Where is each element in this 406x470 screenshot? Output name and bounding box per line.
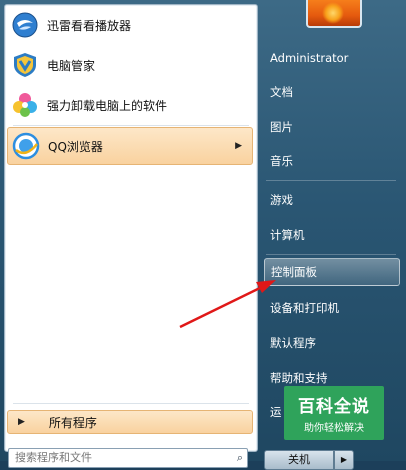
music-link[interactable]: 音乐 bbox=[264, 147, 400, 175]
all-programs-button[interactable]: ▶ 所有程序 bbox=[7, 410, 253, 434]
default-programs-label: 默认程序 bbox=[270, 336, 316, 350]
default-programs-link[interactable]: 默认程序 bbox=[264, 329, 400, 357]
shutdown-button[interactable]: 关机 bbox=[264, 450, 334, 470]
separator bbox=[13, 125, 249, 126]
run-label: 运 bbox=[270, 405, 282, 419]
user-avatar[interactable] bbox=[306, 0, 362, 28]
pictures-link[interactable]: 图片 bbox=[264, 113, 400, 141]
pc-manager-shield-icon bbox=[14, 53, 36, 77]
watermark-subtitle: 助你轻松解决 bbox=[304, 423, 364, 434]
all-programs-label: 所有程序 bbox=[48, 415, 97, 430]
shutdown-label: 关机 bbox=[288, 453, 310, 466]
documents-link[interactable]: 文档 bbox=[264, 78, 400, 106]
watermark-title: 百科全说 bbox=[298, 397, 370, 417]
user-name-label: Administrator bbox=[270, 51, 349, 65]
games-label: 游戏 bbox=[270, 193, 293, 207]
separator bbox=[13, 403, 249, 404]
watermark-logo: 百科全说 助你轻松解决 bbox=[284, 386, 384, 440]
control-panel-label: 控制面板 bbox=[271, 265, 317, 279]
chevron-right-icon: ▶ bbox=[18, 417, 25, 427]
separator bbox=[266, 254, 396, 255]
program-xunlei-player[interactable]: 迅雷看看播放器 bbox=[7, 7, 253, 43]
computer-label: 计算机 bbox=[270, 228, 305, 242]
documents-label: 文档 bbox=[270, 85, 293, 99]
search-icon: ⌕ bbox=[236, 451, 243, 464]
shutdown-options-button[interactable]: ▶ bbox=[334, 450, 354, 470]
help-support-label: 帮助和支持 bbox=[270, 371, 328, 385]
programs-pane: 迅雷看看播放器 电脑管家 强力卸载电脑上的软件 QQ浏览器 ▶ ▶ 所有程序 bbox=[4, 4, 258, 452]
flower-icon bbox=[322, 2, 344, 24]
program-label: 迅雷看看播放器 bbox=[47, 18, 132, 33]
search-placeholder: 搜索程序和文件 bbox=[15, 451, 92, 464]
devices-printers-label: 设备和打印机 bbox=[270, 301, 339, 315]
pictures-label: 图片 bbox=[270, 120, 293, 134]
separator bbox=[266, 180, 396, 181]
program-uninstaller[interactable]: 强力卸载电脑上的软件 bbox=[7, 87, 253, 123]
music-label: 音乐 bbox=[270, 154, 293, 168]
devices-printers-link[interactable]: 设备和打印机 bbox=[264, 294, 400, 322]
submenu-arrow-icon: ▶ bbox=[235, 141, 242, 151]
search-input[interactable]: 搜索程序和文件 ⌕ bbox=[8, 448, 248, 468]
user-name-link[interactable]: Administrator bbox=[264, 44, 400, 72]
start-menu: 迅雷看看播放器 电脑管家 强力卸载电脑上的软件 QQ浏览器 ▶ ▶ 所有程序 搜… bbox=[0, 0, 406, 470]
uninstaller-petals-icon bbox=[13, 93, 37, 117]
program-pc-manager[interactable]: 电脑管家 bbox=[7, 47, 253, 83]
xunlei-player-icon bbox=[12, 12, 38, 38]
computer-link[interactable]: 计算机 bbox=[264, 221, 400, 249]
control-panel-link[interactable]: 控制面板 bbox=[264, 258, 400, 286]
chevron-right-icon: ▶ bbox=[340, 455, 348, 464]
program-label: 电脑管家 bbox=[47, 58, 96, 73]
qq-browser-icon bbox=[12, 132, 40, 160]
program-qq-browser[interactable]: QQ浏览器 ▶ bbox=[7, 127, 253, 165]
games-link[interactable]: 游戏 bbox=[264, 186, 400, 214]
program-label: QQ浏览器 bbox=[48, 139, 103, 154]
program-label: 强力卸载电脑上的软件 bbox=[47, 98, 168, 113]
